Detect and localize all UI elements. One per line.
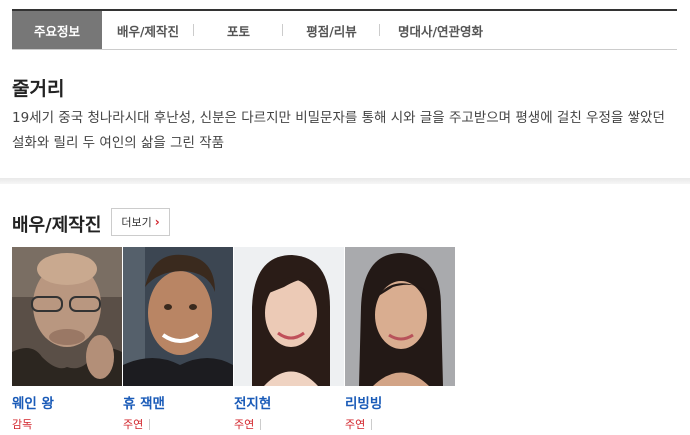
tab-cast-crew[interactable]: 배우/제작진 [102,11,194,49]
person-photo[interactable] [234,247,344,386]
tab-main-info[interactable]: 주요정보 [12,11,102,49]
cast-card[interactable]: 전지현 주연 [234,247,345,432]
person-role-label: 주연 [345,418,366,431]
tab-rating-review-label: 평점/리뷰 [306,23,357,39]
plot-summary: 19세기 중국 청나라시대 후난성, 신분은 다르지만 비밀문자를 통해 시와 … [12,110,665,151]
role-separator [260,418,262,430]
person-name[interactable]: 웨인 왕 [12,392,123,412]
tab-cast-crew-label: 배우/제작진 [116,23,180,39]
more-button[interactable]: 더보기 › [111,208,170,236]
role-separator [371,418,373,430]
person-photo[interactable] [345,247,455,386]
tab-bar: 주요정보 배우/제작진 포토 평점/리뷰 명대사/연관영화 [12,9,677,50]
role-separator [149,418,151,430]
cast-list: 웨인 왕 감독 휴 잭맨 주연 전지현 주연 리빙빙 주연 [12,247,456,432]
person-name[interactable]: 전지현 [234,392,345,412]
tab-main-info-label: 주요정보 [33,23,80,39]
person-role: 주연 [234,416,345,432]
chevron-right-icon: › [154,215,160,229]
plot-heading: 줄거리 [12,78,65,100]
tab-photo-label: 포토 [226,23,250,39]
person-name[interactable]: 휴 잭맨 [123,392,234,412]
tab-quotes-related-label: 명대사/연관영화 [397,23,484,39]
more-button-label: 더보기 [121,216,152,229]
person-role-label: 주연 [234,418,255,431]
tab-quotes-related[interactable]: 명대사/연관영화 [380,11,501,49]
cast-card[interactable]: 리빙빙 주연 [345,247,456,432]
person-name[interactable]: 리빙빙 [345,392,456,412]
person-role: 감독 [12,416,123,432]
section-divider [0,178,690,184]
person-role-label: 감독 [12,418,33,431]
cast-card[interactable]: 웨인 왕 감독 [12,247,123,432]
cast-card[interactable]: 휴 잭맨 주연 [123,247,234,432]
tab-photo[interactable]: 포토 [194,11,283,49]
tab-rating-review[interactable]: 평점/리뷰 [283,11,380,49]
person-role: 주연 [345,416,456,432]
person-photo[interactable] [12,247,122,386]
person-role: 주연 [123,416,234,432]
cast-heading: 배우/제작진 [12,215,102,236]
person-photo[interactable] [123,247,233,386]
person-role-label: 주연 [123,418,144,431]
